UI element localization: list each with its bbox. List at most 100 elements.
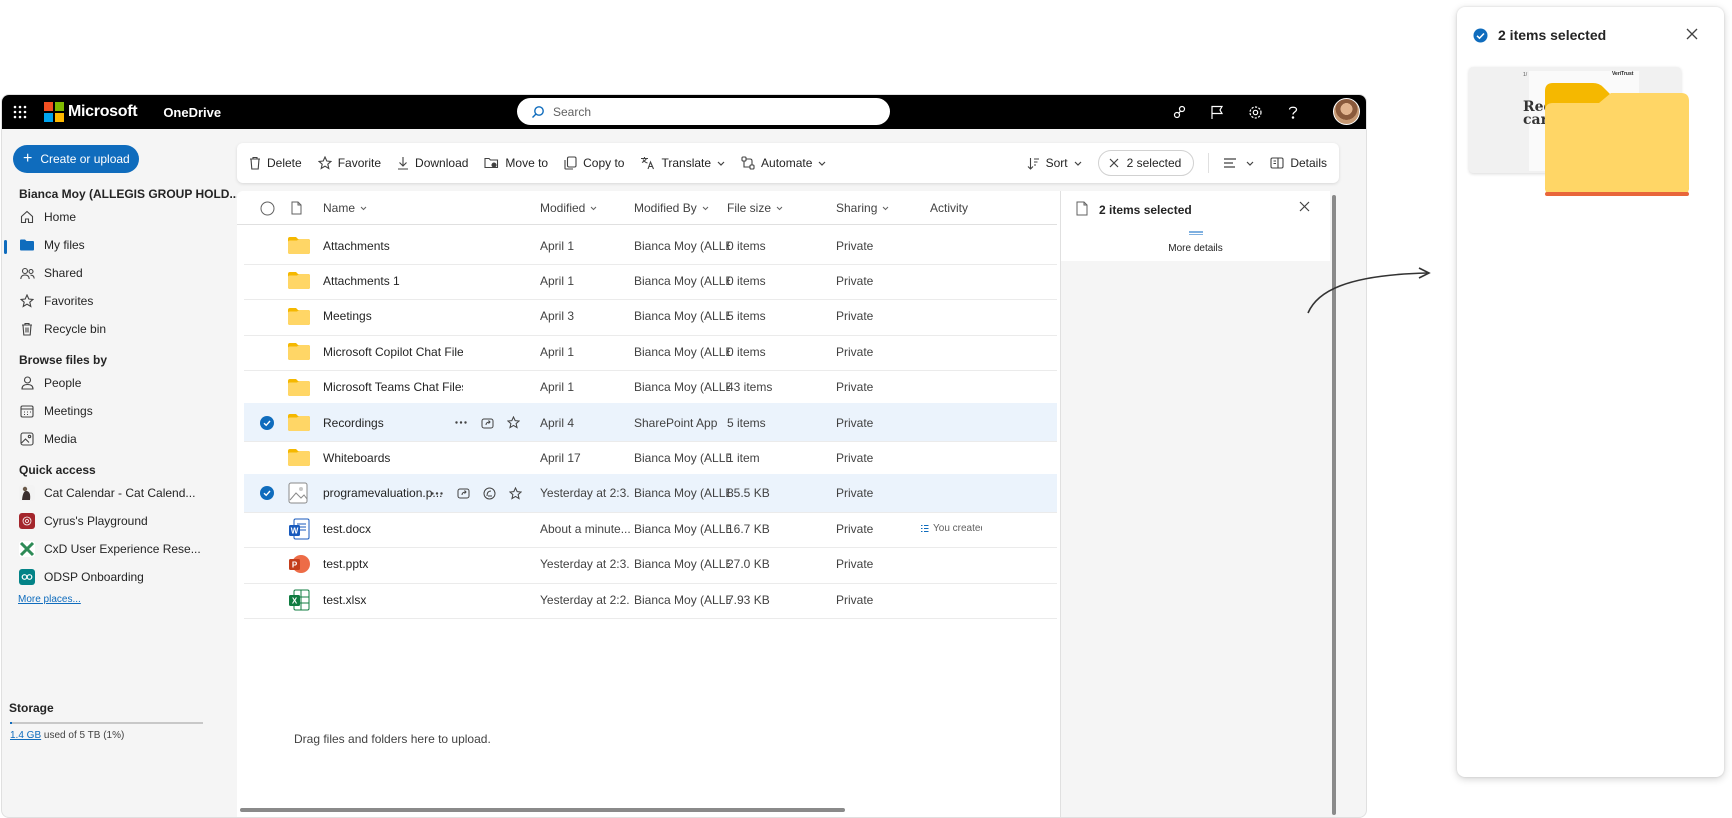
row-checkbox[interactable] xyxy=(260,403,276,442)
table-row[interactable]: Ptest.pptx Yesterday at 2:3... Bianca Moy … xyxy=(244,545,1057,584)
storage-used-link[interactable]: 1.4 GB xyxy=(10,730,41,741)
more-details-link[interactable]: More details xyxy=(1061,243,1330,254)
file-name[interactable]: Attachments 1 xyxy=(323,261,463,300)
details-button[interactable]: Details xyxy=(1262,143,1339,183)
checkmark-icon xyxy=(260,486,274,501)
copilot-icon[interactable] xyxy=(476,487,502,500)
flag-icon[interactable] xyxy=(1198,95,1236,129)
nav-item-people[interactable]: People xyxy=(19,371,81,395)
row-checkbox[interactable] xyxy=(260,474,276,513)
row-checkbox[interactable] xyxy=(260,226,276,265)
close-icon[interactable] xyxy=(1299,201,1310,212)
help-icon[interactable] xyxy=(1274,95,1312,129)
share-icon[interactable] xyxy=(474,417,500,429)
nav-item-meetings[interactable]: Meetings xyxy=(19,399,93,423)
row-checkbox[interactable] xyxy=(260,545,276,584)
table-row[interactable]: Microsoft Teams Chat Files April 1 Bianca … xyxy=(244,368,1057,407)
table-row[interactable]: Microsoft Copilot Chat Files April 1 Bianc… xyxy=(244,332,1057,372)
column-header-sharing[interactable]: Sharing xyxy=(836,191,889,225)
table-row[interactable]: Attachments April 1 Bianca Moy (ALLEG0 ite… xyxy=(244,226,1057,265)
share-people-icon[interactable] xyxy=(1160,95,1198,129)
image-icon xyxy=(19,431,35,447)
file-name[interactable]: Recordings xyxy=(323,403,463,442)
file-name[interactable]: test.docx xyxy=(323,509,463,548)
user-avatar[interactable] xyxy=(1333,98,1360,125)
row-checkbox[interactable] xyxy=(260,509,276,548)
quick-access-cat-calendar[interactable]: Cat Calendar - Cat Calend... xyxy=(19,481,195,505)
nav-item-media[interactable]: Media xyxy=(19,427,77,451)
settings-gear-icon[interactable] xyxy=(1236,95,1274,129)
select-all-checkbox[interactable] xyxy=(260,191,275,225)
row-checkbox[interactable] xyxy=(260,438,276,477)
quick-access-odsp-onboarding[interactable]: ODSP Onboarding xyxy=(19,565,144,589)
column-header-file-size[interactable]: File size xyxy=(727,191,783,225)
close-icon[interactable] xyxy=(1686,28,1698,40)
create-or-upload-button[interactable]: + Create or upload xyxy=(13,145,139,173)
table-row[interactable]: Recordings April 4 SharePoint App 5 items Pr… xyxy=(244,403,1057,442)
table-row[interactable]: programevaluation.p... Yesterday at 2:3..… xyxy=(244,473,1057,513)
automate-button[interactable]: Automate xyxy=(733,143,834,183)
nav-item-my-files[interactable]: My files xyxy=(19,233,85,257)
folder-icon xyxy=(288,438,312,477)
row-checkbox[interactable] xyxy=(260,368,276,407)
sharing-status: Private xyxy=(836,344,874,359)
more-places-link[interactable]: More places... xyxy=(18,594,81,605)
file-name[interactable]: Whiteboards xyxy=(323,438,463,477)
download-button[interactable]: Download xyxy=(389,143,476,183)
horizontal-scrollbar[interactable] xyxy=(240,808,845,812)
column-header-name[interactable]: Name xyxy=(323,191,367,225)
row-checkbox[interactable] xyxy=(260,580,276,619)
selection-count-pill[interactable]: 2 selected xyxy=(1097,150,1195,176)
row-checkbox[interactable] xyxy=(260,332,276,371)
column-header-activity[interactable]: Activity xyxy=(930,191,968,225)
column-header-modified-by[interactable]: Modified By xyxy=(634,191,709,225)
search-input[interactable]: Search xyxy=(517,98,890,125)
table-row[interactable]: Xtest.xlsx Yesterday at 2:2... Bianca Moy … xyxy=(244,580,1057,619)
quick-access-cyrus-playground[interactable]: Cyrus's Playground xyxy=(19,509,148,533)
table-row[interactable]: Wtest.docx About a minute... Bianca Moy (A… xyxy=(244,509,1057,549)
nav-item-home[interactable]: Home xyxy=(19,205,76,229)
file-type-header-icon[interactable] xyxy=(291,191,302,225)
row-checkbox[interactable] xyxy=(260,297,276,336)
table-row[interactable]: Attachments 1 April 1 Bianca Moy (ALLEG0 i… xyxy=(244,261,1057,301)
sort-button[interactable]: Sort xyxy=(1019,143,1090,183)
column-header-modified[interactable]: Modified xyxy=(540,191,597,225)
more-options-icon[interactable] xyxy=(448,421,474,424)
nav-item-favorites[interactable]: Favorites xyxy=(19,289,93,313)
app-name[interactable]: OneDrive xyxy=(163,105,221,120)
column-label: File size xyxy=(727,201,772,215)
view-options-button[interactable] xyxy=(1215,143,1262,183)
list-view-icon xyxy=(1223,157,1237,169)
chevron-down-icon xyxy=(818,161,826,166)
file-name[interactable]: Attachments xyxy=(323,226,463,265)
app-launcher-icon[interactable] xyxy=(2,95,38,129)
file-name[interactable]: Microsoft Teams Chat Files xyxy=(323,368,463,407)
file-name[interactable]: Meetings xyxy=(323,297,463,336)
move-to-button[interactable]: Move to xyxy=(476,143,556,183)
nav-item-label: Media xyxy=(44,432,77,446)
close-icon[interactable] xyxy=(1109,158,1119,168)
more-options-icon[interactable] xyxy=(424,492,450,495)
star-icon[interactable] xyxy=(500,416,526,429)
microsoft-logo[interactable]: Microsoft xyxy=(44,102,138,122)
nav-item-recycle-bin[interactable]: Recycle bin xyxy=(19,317,106,341)
star-icon[interactable] xyxy=(502,486,528,500)
svg-text:P: P xyxy=(292,561,298,570)
copy-to-button[interactable]: Copy to xyxy=(556,143,632,183)
row-checkbox[interactable] xyxy=(260,261,276,300)
file-name[interactable]: test.pptx xyxy=(323,545,463,584)
delete-button[interactable]: Delete xyxy=(241,143,310,183)
table-row[interactable]: Whiteboards April 17 Bianca Moy (ALLEG1 it… xyxy=(244,438,1057,478)
table-row[interactable]: Meetings April 3 Bianca Moy (ALLEG5 items P… xyxy=(244,297,1057,336)
quick-access-cxd-research[interactable]: CxD User Experience Rese... xyxy=(19,537,201,561)
translate-button[interactable]: Translate xyxy=(632,143,733,183)
file-name[interactable]: test.xlsx xyxy=(323,580,463,619)
favorite-button[interactable]: Favorite xyxy=(310,143,389,183)
nav-item-shared[interactable]: Shared xyxy=(19,261,83,285)
file-size: 5 items xyxy=(727,309,766,324)
share-icon[interactable] xyxy=(450,487,476,499)
checkmark-icon xyxy=(1473,28,1488,43)
download-label: Download xyxy=(415,156,469,170)
file-size: 85.5 KB xyxy=(727,486,770,501)
file-name[interactable]: Microsoft Copilot Chat Files xyxy=(323,332,463,371)
